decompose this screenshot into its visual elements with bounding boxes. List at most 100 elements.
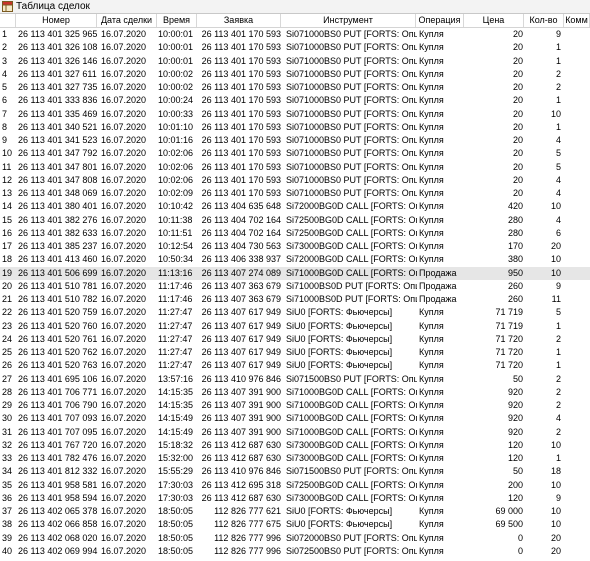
quantity: 2 xyxy=(555,333,561,344)
instrument: Si071000BS0 PUT [FORTS: Опци xyxy=(286,68,417,79)
table-row[interactable]: 24 26 113 401 520 761 16.07.2020 11:27:47 26… xyxy=(0,333,590,346)
row-number-header xyxy=(0,14,16,27)
order-number: 112 826 777 621 xyxy=(214,506,281,516)
price: 920 xyxy=(507,386,523,397)
quantity: 10 xyxy=(550,108,561,119)
col-trade-date-header[interactable]: Дата сделки xyxy=(97,14,157,27)
price: 71 720 xyxy=(495,347,523,357)
table-row[interactable]: 17 26 113 401 385 237 16.07.2020 10:12:54 26… xyxy=(0,240,590,253)
table-row[interactable]: 33 26 113 401 782 476 16.07.2020 15:32:00 26… xyxy=(0,452,590,465)
table-row[interactable]: 16 26 113 401 382 633 16.07.2020 10:11:51 26… xyxy=(0,227,590,240)
order-number: 26 113 407 391 900 xyxy=(201,413,281,424)
table-row[interactable]: 28 26 113 401 706 771 16.07.2020 14:15:35 26… xyxy=(0,386,590,399)
trade-time: 10:11:51 xyxy=(158,227,193,238)
table-row[interactable]: 21 26 113 401 510 782 16.07.2020 11:17:46 26… xyxy=(0,293,590,306)
trade-number: 26 113 401 767 720 xyxy=(18,439,98,450)
quantity: 4 xyxy=(555,413,561,424)
trade-time: 14:15:49 xyxy=(158,413,194,424)
trade-date: 16.07.2020 xyxy=(101,307,147,318)
table-row[interactable]: 19 26 113 401 506 699 16.07.2020 11:13:16 26… xyxy=(0,266,590,280)
table-row[interactable]: 27 26 113 401 695 106 16.07.2020 13:57:16 26… xyxy=(0,373,590,386)
price: 20 xyxy=(512,148,523,159)
table-row[interactable]: 10 26 113 401 347 792 16.07.2020 10:02:06 26… xyxy=(0,147,590,160)
trade-time: 14:15:49 xyxy=(158,426,194,437)
table-row[interactable]: 38 26 113 402 066 858 16.07.2020 18:50:05 11… xyxy=(0,518,590,531)
row-index: 33 xyxy=(2,453,13,463)
table-row[interactable]: 18 26 113 401 413 460 16.07.2020 10:50:34 26… xyxy=(0,253,590,266)
col-operation-header[interactable]: Операция xyxy=(416,14,464,27)
instrument: Si071000BS0 PUT [FORTS: Опци xyxy=(286,135,417,145)
price: 20 xyxy=(512,68,523,79)
table-row[interactable]: 12 26 113 401 347 808 16.07.2020 10:02:06 26… xyxy=(0,174,590,187)
trade-date: 16.07.2020 xyxy=(101,360,147,371)
table-row[interactable]: 35 26 113 401 958 581 16.07.2020 17:30:03 26… xyxy=(0,479,590,492)
table-row[interactable]: 31 26 113 401 707 095 16.07.2020 14:15:49 26… xyxy=(0,426,590,439)
instrument: Si071000BS0 PUT [FORTS: Опци xyxy=(286,55,417,66)
table-row[interactable]: 11 26 113 401 347 801 16.07.2020 10:02:06 26… xyxy=(0,161,590,174)
instrument: SiU0 [FORTS: Фьючерсы] xyxy=(286,333,393,344)
trade-number: 26 113 401 347 801 xyxy=(18,161,98,172)
table-row[interactable]: 26 26 113 401 520 763 16.07.2020 11:27:47 26… xyxy=(0,359,590,372)
order-number: 26 113 412 687 630 xyxy=(201,439,281,450)
table-row[interactable]: 1 26 113 401 325 965 16.07.2020 10:00:01 26 … xyxy=(0,28,590,41)
trade-date: 16.07.2020 xyxy=(101,333,147,344)
trade-time: 18:50:05 xyxy=(158,506,194,516)
table-row[interactable]: 5 26 113 401 327 735 16.07.2020 10:00:02 26 … xyxy=(0,81,590,94)
row-index: 40 xyxy=(2,545,13,556)
order-number: 26 113 407 617 949 xyxy=(201,320,281,331)
table-row[interactable]: 29 26 113 401 706 790 16.07.2020 14:15:35 26… xyxy=(0,399,590,412)
col-number-header[interactable]: Номер xyxy=(16,14,97,27)
col-order-header[interactable]: Заявка xyxy=(197,14,281,27)
order-number: 26 113 404 702 164 xyxy=(201,227,281,238)
table-row[interactable]: 36 26 113 401 958 594 16.07.2020 17:30:03 26… xyxy=(0,492,590,505)
table-row[interactable]: 34 26 113 401 812 332 16.07.2020 15:55:29 26… xyxy=(0,465,590,478)
table-row[interactable]: 20 26 113 401 510 781 16.07.2020 11:17:46 26… xyxy=(0,280,590,293)
trade-date: 16.07.2020 xyxy=(101,400,147,410)
trade-time: 11:27:47 xyxy=(158,320,193,331)
trade-date: 16.07.2020 xyxy=(101,174,147,185)
trade-date: 16.07.2020 xyxy=(101,68,147,79)
price: 260 xyxy=(507,280,523,291)
trade-date: 16.07.2020 xyxy=(101,42,147,53)
price: 20 xyxy=(512,55,523,66)
col-instrument-header[interactable]: Инструмент xyxy=(281,14,416,27)
col-quantity-header[interactable]: Кол-во xyxy=(524,14,564,27)
row-index: 37 xyxy=(2,506,13,516)
order-number: 26 113 404 635 648 xyxy=(201,201,281,212)
price: 120 xyxy=(507,453,523,463)
table-row[interactable]: 8 26 113 401 340 521 16.07.2020 10:01:10 26 … xyxy=(0,121,590,134)
table-row[interactable]: 39 26 113 402 068 020 16.07.2020 18:50:05 11… xyxy=(0,532,590,545)
row-index: 29 xyxy=(2,400,13,410)
col-time-header[interactable]: Время xyxy=(157,14,197,27)
table-row[interactable]: 4 26 113 401 327 611 16.07.2020 10:00:02 26 … xyxy=(0,68,590,81)
table-row[interactable]: 37 26 113 402 065 378 16.07.2020 18:50:05 11… xyxy=(0,505,590,518)
trade-date: 16.07.2020 xyxy=(101,29,147,39)
trade-number: 26 113 401 382 276 xyxy=(18,214,98,225)
table-row[interactable]: 22 26 113 401 520 759 16.07.2020 11:27:47 26… xyxy=(0,306,590,319)
table-row[interactable]: 32 26 113 401 767 720 16.07.2020 15:18:32 26… xyxy=(0,439,590,452)
table-row[interactable]: 23 26 113 401 520 760 16.07.2020 11:27:47 26… xyxy=(0,320,590,333)
col-price-header[interactable]: Цена xyxy=(464,14,524,27)
trade-time: 10:10:42 xyxy=(158,201,194,212)
table-row[interactable]: 14 26 113 401 380 401 16.07.2020 10:10:42 26… xyxy=(0,200,590,213)
trade-time: 10:11:38 xyxy=(158,214,193,225)
table-row[interactable]: 13 26 113 401 348 069 16.07.2020 10:02:09 26… xyxy=(0,187,590,200)
trade-time: 10:02:06 xyxy=(158,174,194,185)
col-comment-header[interactable]: Комм xyxy=(564,14,590,27)
table-row[interactable]: 30 26 113 401 707 093 16.07.2020 14:15:49 26… xyxy=(0,412,590,425)
order-number: 26 113 412 687 630 xyxy=(201,453,281,463)
table-row[interactable]: 2 26 113 401 326 108 16.07.2020 10:00:01 26 … xyxy=(0,41,590,54)
table-row[interactable]: 7 26 113 401 335 469 16.07.2020 10:00:33 26 … xyxy=(0,108,590,121)
trade-number: 26 113 401 347 808 xyxy=(18,174,98,185)
table-row[interactable]: 15 26 113 401 382 276 16.07.2020 10:11:38 26… xyxy=(0,214,590,227)
row-index: 24 xyxy=(2,333,13,344)
table-row[interactable]: 40 26 113 402 069 994 16.07.2020 18:50:05 11… xyxy=(0,545,590,558)
table-row[interactable]: 6 26 113 401 333 836 16.07.2020 10:00:24 26 … xyxy=(0,94,590,107)
operation: Купля xyxy=(419,400,444,410)
table-row[interactable]: 9 26 113 401 341 523 16.07.2020 10:01:16 26 … xyxy=(0,134,590,147)
trade-number: 26 113 401 326 108 xyxy=(18,42,98,53)
table-row[interactable]: 3 26 113 401 326 146 16.07.2020 10:00:01 26 … xyxy=(0,55,590,68)
table-row[interactable]: 25 26 113 401 520 762 16.07.2020 11:27:47 26… xyxy=(0,346,590,359)
order-number: 26 113 401 170 593 xyxy=(201,188,281,198)
instrument: Si072000BS0 PUT [FORTS: Опци xyxy=(286,532,417,543)
